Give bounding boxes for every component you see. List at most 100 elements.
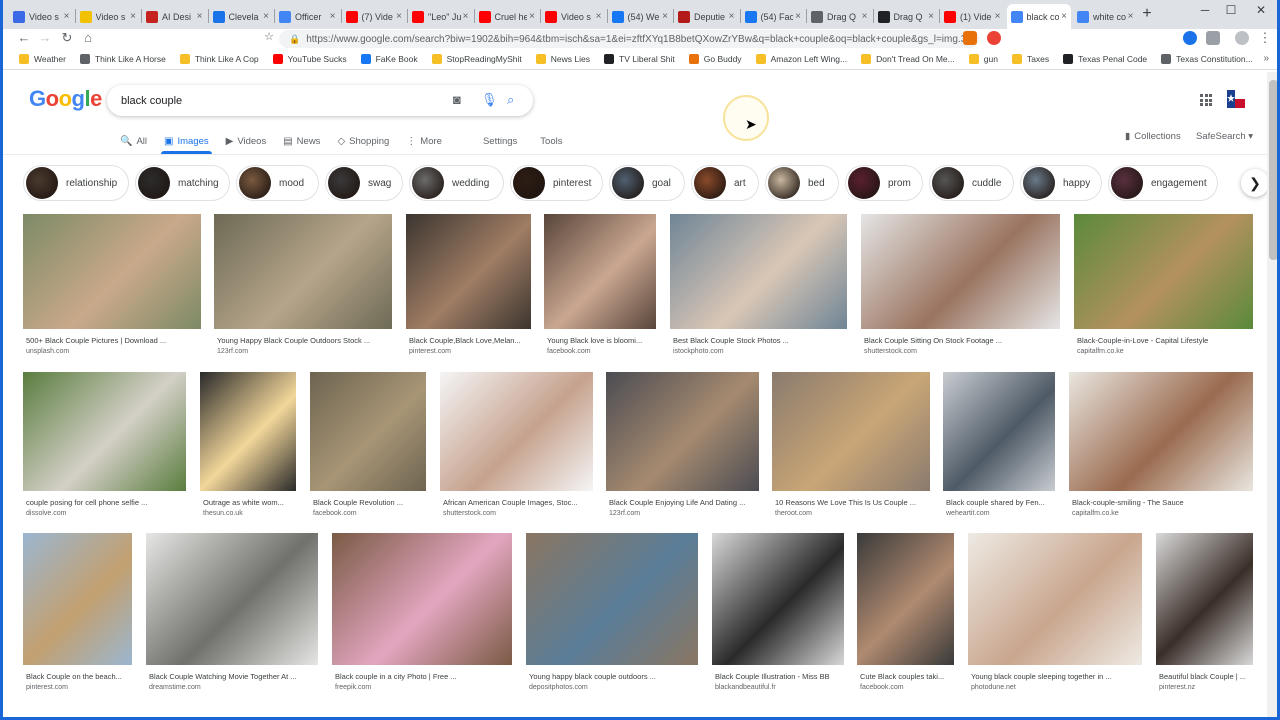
image-result[interactable]: African American Couple Images, Stoc... s… <box>440 372 593 524</box>
tab-images[interactable]: ▣ Images <box>161 130 212 154</box>
bookmark-item[interactable]: Don't Tread On Me... <box>861 54 955 64</box>
browser-tab[interactable]: Deputie × <box>674 4 739 29</box>
result-thumbnail[interactable] <box>712 533 844 665</box>
image-result[interactable]: Black Couple Watching Movie Together At … <box>146 533 318 698</box>
close-tab-icon[interactable]: × <box>529 11 535 22</box>
image-result[interactable]: Best Black Couple Stock Photos ... istock… <box>670 214 847 362</box>
extension-icon[interactable] <box>1183 31 1197 45</box>
image-result[interactable]: Young black couple sleeping together in … <box>968 533 1142 698</box>
result-title[interactable]: 500+ Black Couple Pictures | Download ..… <box>26 336 200 345</box>
brave-shield-icon[interactable] <box>963 31 977 45</box>
result-title[interactable]: Black Couple Enjoying Life And Dating ..… <box>609 498 758 507</box>
bookmark-item[interactable]: News Lies <box>535 54 590 64</box>
image-result[interactable]: Outrage as white wom... thesun.co.uk <box>200 372 296 524</box>
result-thumbnail[interactable] <box>200 372 296 491</box>
result-title[interactable]: Black Couple Illustration - Miss BB <box>715 672 843 681</box>
address-bar[interactable]: 🔒 https://www.google.com/search?biw=1902… <box>279 30 979 48</box>
result-title[interactable]: Black Couple on the beach... <box>26 672 131 681</box>
result-thumbnail[interactable] <box>310 372 426 491</box>
result-title[interactable]: Black couple shared by Fen... <box>946 498 1054 507</box>
browser-tab[interactable]: "Leo" Ju × <box>408 4 473 29</box>
result-source[interactable]: pinterest.com <box>26 684 68 691</box>
image-result[interactable]: 500+ Black Couple Pictures | Download ..… <box>23 214 201 362</box>
close-tab-icon[interactable]: × <box>396 11 402 22</box>
close-tab-icon[interactable]: × <box>995 11 1001 22</box>
search-input[interactable] <box>121 94 441 107</box>
bookmark-item[interactable]: YouTube Sucks <box>272 54 347 64</box>
result-source[interactable]: istockphoto.com <box>673 348 724 355</box>
result-title[interactable]: Black Couple Sitting On Stock Footage ..… <box>864 336 1059 345</box>
browser-tab[interactable]: Video s × <box>76 4 141 29</box>
tab-videos[interactable]: ▶ Videos <box>226 130 267 152</box>
result-source[interactable]: 123rf.com <box>217 348 248 355</box>
close-tab-icon[interactable]: × <box>862 11 868 22</box>
result-thumbnail[interactable] <box>146 533 318 665</box>
result-thumbnail[interactable] <box>23 214 201 329</box>
close-tab-icon[interactable]: × <box>263 11 269 22</box>
extension-icon-2[interactable] <box>1206 31 1220 45</box>
result-title[interactable]: Black Couple,Black Love,Melan... <box>409 336 530 345</box>
close-tab-icon[interactable]: × <box>795 11 801 22</box>
chip-wedding[interactable]: wedding <box>409 165 504 201</box>
camera-icon[interactable]: ◙ <box>453 92 461 107</box>
browser-tab[interactable]: (54) We × <box>608 4 673 29</box>
search-box[interactable]: ◙ 🎙 ⌕ <box>107 85 533 116</box>
result-title[interactable]: Cute Black couples taki... <box>860 672 953 681</box>
close-window-button[interactable]: ✕ <box>1251 3 1271 17</box>
bookmark-item[interactable]: FaKe Book <box>360 54 418 64</box>
browser-tab[interactable]: Drag Q × <box>807 4 872 29</box>
chevron-right-icon[interactable]: ❯ <box>1241 169 1269 197</box>
result-title[interactable]: Black couple in a city Photo | Free ... <box>335 672 511 681</box>
chip-relationship[interactable]: relationship <box>23 165 129 201</box>
browser-tab[interactable]: (1) Vide × <box>940 4 1005 29</box>
result-thumbnail[interactable] <box>1074 214 1253 329</box>
result-source[interactable]: capitalfm.co.ke <box>1072 510 1119 517</box>
result-thumbnail[interactable] <box>332 533 512 665</box>
result-thumbnail[interactable] <box>857 533 954 665</box>
extension-alert-icon[interactable] <box>987 31 1001 45</box>
browser-tab[interactable]: Drag Q × <box>874 4 939 29</box>
result-source[interactable]: facebook.com <box>547 348 591 355</box>
result-source[interactable]: depositphotos.com <box>529 684 588 691</box>
image-result[interactable]: Black Couple Illustration - Miss BB black… <box>712 533 844 698</box>
image-result[interactable]: Black Couple on the beach... pinterest.co… <box>23 533 132 698</box>
result-source[interactable]: facebook.com <box>860 684 904 691</box>
more-bookmarks-button[interactable]: » <box>1263 53 1269 64</box>
search-icon[interactable]: ⌕ <box>507 92 514 108</box>
tab-more[interactable]: ⋮ More <box>406 130 442 152</box>
result-thumbnail[interactable] <box>1069 372 1253 491</box>
browser-tab[interactable]: Video s × <box>541 4 606 29</box>
result-source[interactable]: freepik.com <box>335 684 371 691</box>
image-result[interactable]: Black Couple Revolution ... facebook.com <box>310 372 426 524</box>
bookmark-item[interactable]: Think Like A Horse <box>79 54 166 64</box>
result-source[interactable]: shutterstock.com <box>443 510 496 517</box>
close-tab-icon[interactable]: × <box>662 11 668 22</box>
bookmark-item[interactable]: Amazon Left Wing... <box>755 54 847 64</box>
result-thumbnail[interactable] <box>861 214 1060 329</box>
image-result[interactable]: couple posing for cell phone selfie ... d… <box>23 372 186 524</box>
chip-happy[interactable]: happy <box>1020 165 1102 201</box>
result-thumbnail[interactable] <box>526 533 698 665</box>
close-tab-icon[interactable]: × <box>330 11 336 22</box>
close-tab-icon[interactable]: × <box>197 11 203 22</box>
bookmark-item[interactable]: Texas Constitution... <box>1161 54 1253 64</box>
microphone-icon[interactable]: 🎙 <box>481 92 498 108</box>
minimize-button[interactable]: ─ <box>1195 3 1215 17</box>
result-title[interactable]: couple posing for cell phone selfie ... <box>26 498 185 507</box>
browser-tab[interactable]: Cruel he × <box>475 4 540 29</box>
result-thumbnail[interactable] <box>23 372 186 491</box>
image-result[interactable]: Young Happy Black Couple Outdoors Stock … <box>214 214 392 362</box>
chip-mood[interactable]: mood <box>236 165 319 201</box>
result-thumbnail[interactable] <box>606 372 759 491</box>
browser-tab[interactable]: (54) Fac × <box>741 4 806 29</box>
bookmark-item[interactable]: TV Liberal Shit <box>604 54 675 64</box>
image-result[interactable]: Black Couple,Black Love,Melan... pinteres… <box>406 214 531 362</box>
result-title[interactable]: Outrage as white wom... <box>203 498 295 507</box>
chip-engagement[interactable]: engagement <box>1108 165 1218 201</box>
result-title[interactable]: Young black couple sleeping together in … <box>971 672 1141 681</box>
back-arrow-icon[interactable]: ← <box>16 30 32 45</box>
result-title[interactable]: 10 Reasons We Love This Is Us Couple ... <box>775 498 929 507</box>
profile-icon[interactable] <box>1235 31 1249 45</box>
result-title[interactable]: African American Couple Images, Stoc... <box>443 498 592 507</box>
tab-shopping[interactable]: ◇ Shopping <box>337 130 389 152</box>
